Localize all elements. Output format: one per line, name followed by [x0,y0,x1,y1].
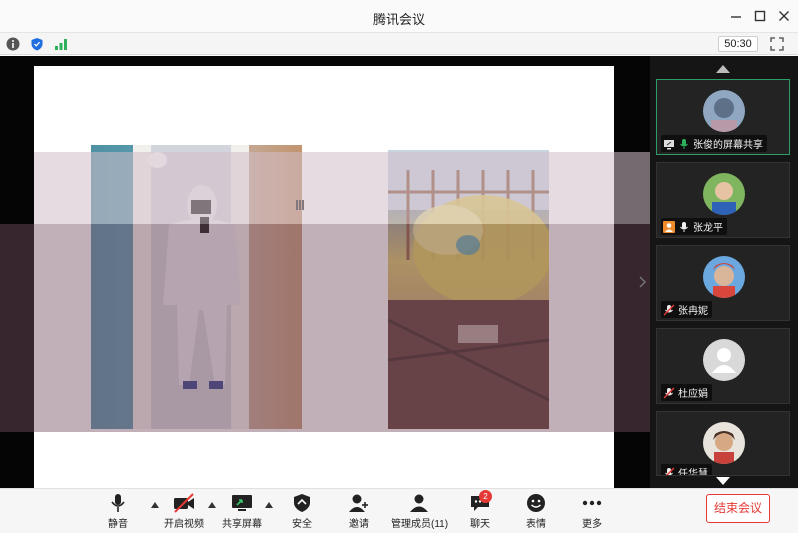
participant-tile[interactable]: 张冉妮 [656,245,790,321]
chevron-up-icon[interactable] [265,502,273,508]
overlay-band [0,224,650,432]
participant-tile[interactable]: 张龙平 [656,162,790,238]
overlay-band [34,152,650,224]
avatar [703,339,745,381]
participant-name: 任华慧 [678,469,708,476]
maximize-icon[interactable] [752,8,768,24]
share-label: 共享屏幕 [222,519,262,530]
invite-button[interactable]: 邀请 [347,493,371,531]
chevron-up-icon[interactable] [208,502,216,508]
participant-name: 杜应娟 [678,389,708,400]
meeting-toolbar: 静音 开启视频 共享屏幕 安全 邀请 管理成员(11) 聊天 表情 更多 [0,488,798,533]
window-title: 腾讯会议 [372,12,425,27]
chevron-right-icon[interactable] [639,276,647,288]
participant-label: 任华慧 [661,464,712,476]
security-button[interactable]: 安全 [290,493,314,531]
chat-unread-badge: 2 [479,490,492,503]
participant-label: 张冉妮 [661,301,712,318]
security-label: 安全 [292,519,312,530]
meeting-timer: 50:30 [718,36,758,52]
status-bar: 50:30 [0,33,798,55]
title-bar: 腾讯会议 [0,0,798,33]
screen-share-icon [664,139,674,149]
more-icon [582,500,602,506]
participant-name: 张龙平 [693,223,723,234]
signal-icon [55,39,67,50]
add-user-icon [349,494,368,512]
screen-share-icon [232,495,252,511]
reactions-label: 表情 [526,519,546,530]
participant-tile[interactable]: 杜应娟 [656,328,790,404]
more-label: 更多 [582,519,602,530]
fullscreen-icon[interactable] [770,37,784,51]
avatar [703,422,745,464]
mic-muted-icon [663,387,675,398]
mic-icon [680,221,688,232]
scroll-up-icon[interactable] [715,64,731,74]
members-label: 管理成员(11) [391,519,449,530]
smiley-icon [527,494,545,512]
chevron-up-icon[interactable] [151,502,159,508]
shield-icon[interactable] [30,37,44,51]
participant-label: 张俊的屏幕共享 [661,135,767,152]
minimize-icon[interactable] [728,8,744,24]
participant-name: 张冉妮 [678,306,708,317]
chat-label: 聊天 [470,519,490,530]
share-screen-button[interactable]: 共享屏幕 [220,493,264,531]
scroll-down-icon[interactable] [715,476,731,486]
start-video-button[interactable]: 开启视频 [162,493,206,531]
mic-muted-icon [665,467,675,475]
mic-muted-icon [663,304,675,315]
reactions-button[interactable]: 表情 [524,493,548,531]
avatar [703,90,745,132]
avatar [703,173,745,215]
mic-icon [111,494,125,512]
manage-members-button[interactable]: 管理成员(11) [391,493,449,531]
more-button[interactable]: 更多 [580,493,604,531]
video-off-icon [174,493,194,513]
avatar [703,256,745,298]
info-icon[interactable] [6,37,20,51]
close-icon[interactable] [776,8,792,24]
shield-icon [294,494,310,512]
mic-on-icon [680,138,688,149]
mute-label: 静音 [108,519,128,530]
members-icon [410,494,428,512]
invite-label: 邀请 [349,519,369,530]
participant-tile[interactable]: 任华慧 [656,411,790,476]
video-label: 开启视频 [164,519,204,530]
end-meeting-button[interactable]: 结束会议 [706,494,770,523]
avatar-badge-icon [663,220,675,233]
participant-name: 张俊的屏幕共享 [693,140,763,151]
participant-label: 杜应娟 [661,384,712,401]
participant-tile[interactable]: 张俊的屏幕共享 [656,79,790,155]
participant-label: 张龙平 [661,218,727,235]
mute-button[interactable]: 静音 [104,493,132,531]
